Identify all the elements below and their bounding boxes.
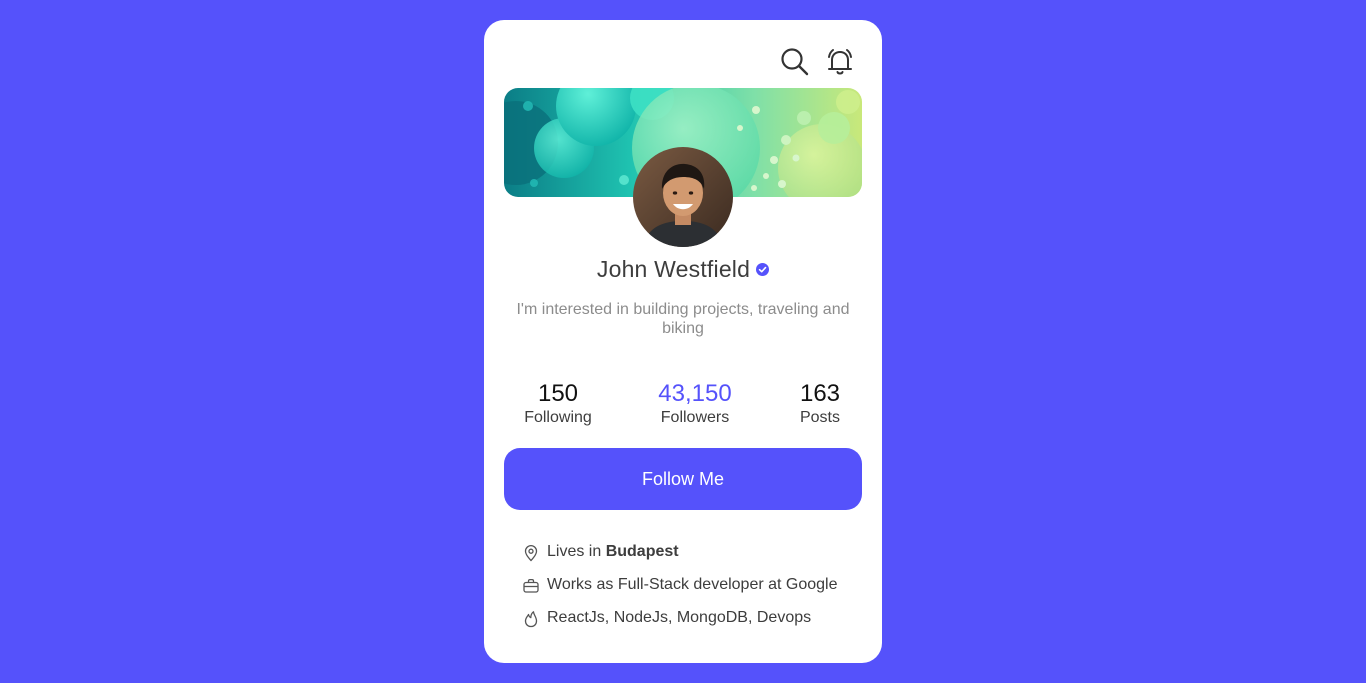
location-pin-icon <box>522 544 540 562</box>
work-text: Works as Full-Stack developer at Google <box>547 576 838 593</box>
bell-icon[interactable] <box>823 45 857 79</box>
verified-badge-icon <box>756 263 770 276</box>
location-prefix: Lives in <box>547 543 602 560</box>
info-skills: ReactJs, NodeJs, MongoDB, Devops <box>522 606 862 630</box>
stat-label: Followers <box>660 409 730 426</box>
stat-posts[interactable]: 163 Posts <box>780 380 860 428</box>
stat-value: 150 <box>537 380 579 407</box>
search-icon[interactable] <box>778 45 812 79</box>
info-location: Lives in Budapest <box>522 540 862 564</box>
follow-button[interactable]: Follow Me <box>504 448 862 510</box>
avatar <box>633 147 733 247</box>
location-city: Budapest <box>605 543 679 560</box>
stat-value: 43,150 <box>658 380 732 407</box>
stat-value: 163 <box>799 380 841 407</box>
stat-followers[interactable]: 43,150 Followers <box>645 380 745 428</box>
info-work: Works as Full-Stack developer at Google <box>522 573 862 597</box>
fire-icon <box>522 610 540 628</box>
card-header <box>484 20 882 90</box>
profile-stats: 150 Following 43,150 Followers 163 Posts <box>484 380 882 430</box>
profile-name: John Westfield <box>596 256 751 282</box>
skills-text: ReactJs, NodeJs, MongoDB, Devops <box>547 609 812 626</box>
stat-label: Posts <box>799 409 840 426</box>
profile-name-row: John Westfield <box>484 256 882 283</box>
profile-card: John Westfield I'm interested in buildin… <box>484 20 882 663</box>
stat-label: Following <box>524 409 592 426</box>
briefcase-icon <box>522 577 540 595</box>
profile-bio: I'm interested in building projects, tra… <box>516 301 850 337</box>
stat-following[interactable]: 150 Following <box>508 380 608 428</box>
